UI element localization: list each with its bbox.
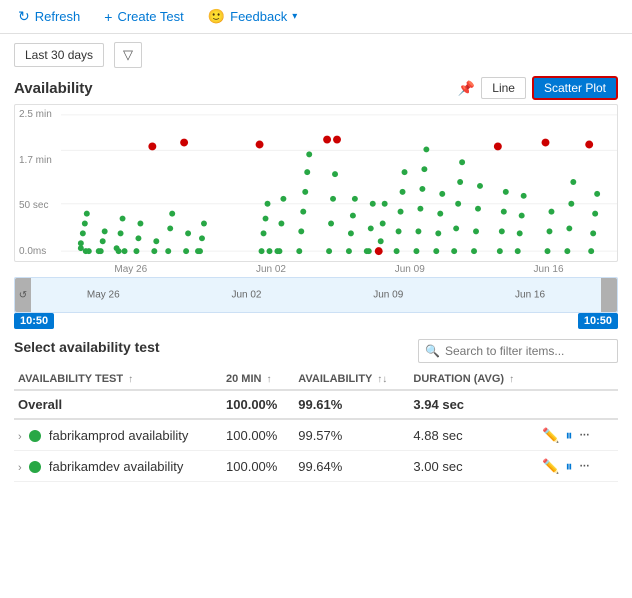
x-label-may26: May 26 [114,264,147,275]
minimap-handle-right[interactable] [601,278,617,312]
y-label-2: 1.7 min [19,155,57,166]
scatter-chart: 2.5 min 1.7 min 50 sec 0.0ms [14,104,618,262]
table-header-row: AVAILABILITY TEST ↑ 20 MIN ↑ AVAILABILIT… [14,369,618,390]
start-timestamp: 10:50 [14,313,54,329]
table-row: › fabrikamprod availability 100.00% 99.5… [14,419,618,451]
expand-icon-2[interactable]: › [18,462,22,474]
col-header-availability[interactable]: AVAILABILITY ↑↓ [294,369,409,390]
filter-button[interactable]: ▽ [114,42,142,68]
chart-plot-area [61,105,617,261]
minimap-left-icon: ↺ [19,290,27,301]
refresh-icon: ↻ [18,8,30,25]
minimap-may26: May 26 [87,290,120,301]
chart-title: Availability [14,80,93,97]
more-icon-1[interactable]: ··· [578,426,588,444]
y-label-top: 2.5 min [19,109,57,120]
search-icon: 🔍 [425,344,440,358]
chart-header: Availability 📌 Line Scatter Plot [14,76,618,100]
filter-icon: ▽ [123,47,133,62]
overall-20min: 100.00% [222,390,294,419]
filter-row: Last 30 days ▽ [0,34,632,76]
create-test-label: Create Test [117,9,183,24]
refresh-label: Refresh [35,9,81,24]
date-range-label: Last 30 days [25,48,93,62]
availability-table: AVAILABILITY TEST ↑ 20 MIN ↑ AVAILABILIT… [14,369,618,482]
table-row: › fabrikamdev availability 100.00% 99.64… [14,451,618,482]
line-view-button[interactable]: Line [481,77,526,99]
row2-20min: 100.00% [222,451,294,482]
pin-button[interactable]: 📌 [458,80,475,97]
row2-actions: ✏️ ⏸ ··· [538,451,618,482]
scatter-plot-button[interactable]: Scatter Plot [532,76,618,100]
minimap-labels: May 26 Jun 02 Jun 09 Jun 16 [31,290,601,301]
search-input[interactable] [418,339,618,363]
x-axis-labels: May 26 Jun 02 Jun 09 Jun 16 [60,264,618,275]
row1-duration: 4.88 sec [409,419,538,451]
row1-availability: 99.57% [294,419,409,451]
y-label-bottom: 0.0ms [19,246,57,257]
y-axis-labels: 2.5 min 1.7 min 50 sec 0.0ms [15,105,61,261]
chevron-down-icon: ▾ [292,11,297,22]
more-icon-2[interactable]: ··· [578,457,588,475]
sort-icon-test: ↑ [128,374,133,385]
date-range-button[interactable]: Last 30 days [14,43,104,67]
end-timestamp: 10:50 [578,313,618,329]
create-test-button[interactable]: + Create Test [100,7,187,27]
chart-section: Availability 📌 Line Scatter Plot 2.5 min… [0,76,632,331]
pause-icon-1[interactable]: ⏸ [565,427,572,444]
col-header-20min[interactable]: 20 MIN ↑ [222,369,294,390]
row1-actions: ✏️ ⏸ ··· [538,419,618,451]
pin-icon: 📌 [458,80,475,96]
minimap-jun09: Jun 09 [373,290,403,301]
minimap: ↺ May 26 Jun 02 Jun 09 Jun 16 [14,277,618,313]
minimap-handle-left[interactable]: ↺ [15,278,31,312]
sort-icon-avail: ↑↓ [377,374,387,385]
smiley-icon: 🙂 [208,8,225,25]
y-label-3: 50 sec [19,200,57,211]
refresh-button[interactable]: ↻ Refresh [14,6,84,27]
x-label-jun09: Jun 09 [395,264,425,275]
col-header-test[interactable]: AVAILABILITY TEST ↑ [14,369,222,390]
sort-icon-20min: ↑ [267,374,272,385]
minimap-jun02: Jun 02 [231,290,261,301]
feedback-button[interactable]: 🙂 Feedback ▾ [204,6,302,27]
pause-icon-2[interactable]: ⏸ [565,458,572,475]
status-dot-2 [29,461,41,473]
overall-duration: 3.94 sec [409,390,538,419]
chart-controls: 📌 Line Scatter Plot [458,76,618,100]
edit-icon-2[interactable]: ✏️ [542,458,559,475]
row1-name: › fabrikamprod availability [14,419,222,451]
scatter-svg [61,105,617,261]
x-label-jun02: Jun 02 [256,264,286,275]
timestamp-row: 10:50 10:50 [14,313,618,331]
overall-availability: 99.61% [294,390,409,419]
expand-icon-1[interactable]: › [18,431,22,443]
status-dot-1 [29,430,41,442]
search-row: 🔍 [14,339,618,363]
x-label-jun16: Jun 16 [534,264,564,275]
sort-icon-duration: ↑ [509,374,514,385]
plus-icon: + [104,9,112,25]
row2-availability: 99.64% [294,451,409,482]
col-header-duration[interactable]: DURATION (AVG) ↑ [409,369,538,390]
toolbar: ↻ Refresh + Create Test 🙂 Feedback ▾ [0,0,632,34]
overall-row: Overall 100.00% 99.61% 3.94 sec [14,390,618,419]
overall-name: Overall [14,390,222,419]
availability-section: Select availability test 🔍 AVAILABILITY … [0,331,632,482]
row2-duration: 3.00 sec [409,451,538,482]
edit-icon-1[interactable]: ✏️ [542,427,559,444]
row2-name: › fabrikamdev availability [14,451,222,482]
minimap-jun16: Jun 16 [515,290,545,301]
feedback-label: Feedback [230,9,287,24]
row1-20min: 100.00% [222,419,294,451]
